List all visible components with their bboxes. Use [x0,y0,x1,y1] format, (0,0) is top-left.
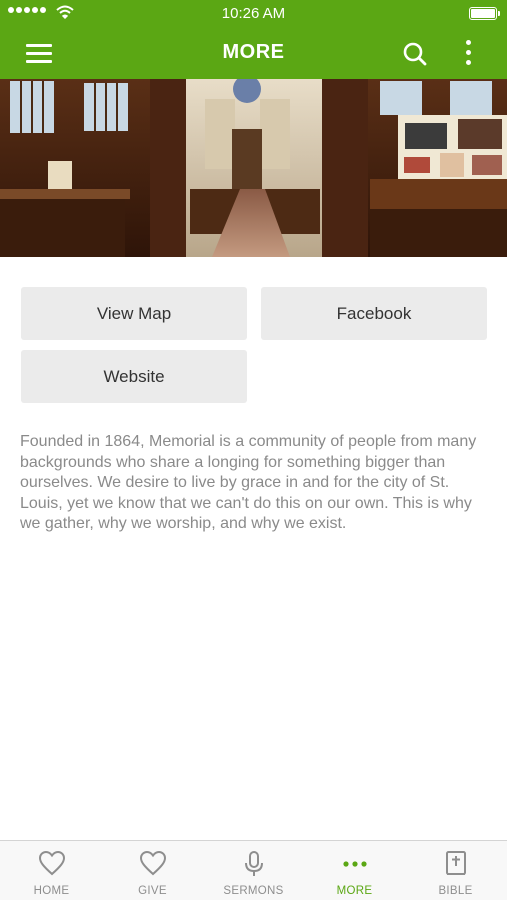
battery-icon [469,7,500,20]
status-bar: 10:26 AM [0,0,507,27]
search-icon[interactable] [400,39,430,69]
tab-label: GIVE [138,885,167,897]
tab-sermons[interactable]: SERMONS [203,841,304,900]
tab-label: HOME [33,885,70,897]
ellipsis-icon [342,861,367,867]
microphone-icon [244,851,263,876]
tab-bible[interactable]: BIBLE [405,841,506,900]
tab-home[interactable]: HOME [1,841,102,900]
tab-label: SERMONS [223,885,284,897]
bottom-tab-bar: HOME GIVE SERMONS MORE BIBLE [0,840,507,900]
app-header: MORE [0,27,507,79]
tab-give[interactable]: GIVE [102,841,203,900]
bible-icon [445,851,466,875]
heart-icon [139,850,166,876]
facebook-button[interactable]: Facebook [261,287,487,340]
heart-icon [38,850,65,876]
page-title: MORE [222,41,285,63]
tab-more[interactable]: MORE [304,841,405,900]
tab-label: BIBLE [438,885,473,897]
tab-label: MORE [336,885,373,897]
status-time: 10:26 AM [221,5,286,22]
overflow-menu-icon[interactable] [458,38,478,68]
view-map-button[interactable]: View Map [21,287,247,340]
church-description: Founded in 1864, Memorial is a community… [20,433,477,533]
website-button[interactable]: Website [21,350,247,403]
hero-image [0,79,507,257]
